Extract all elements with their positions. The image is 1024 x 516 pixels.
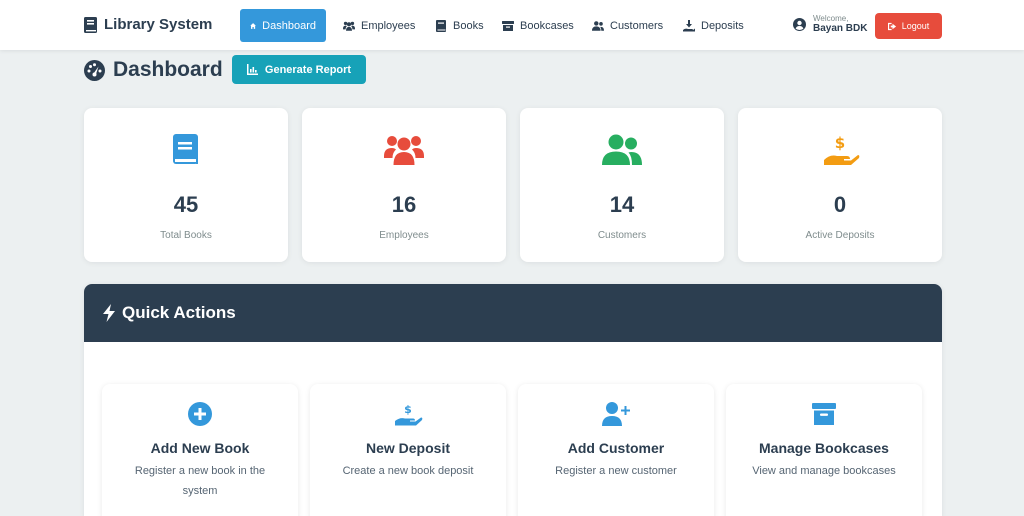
user-plus-icon [602,402,630,426]
action-title: Add New Book [150,440,250,456]
stat-card-deposits: $ 0 Active Deposits [738,108,942,262]
stat-label: Total Books [160,230,212,241]
plus-circle-icon [188,402,212,426]
tachometer-icon [84,59,105,81]
nav-books-label: Books [453,19,484,32]
stat-value: 0 [833,192,847,217]
users-icon [384,136,424,165]
brand[interactable]: Library System [84,16,212,33]
svg-text:$: $ [404,403,412,416]
user-friends-icon [592,20,604,31]
sign-out-icon [887,22,896,30]
nav-bookcases-label: Bookcases [520,19,574,32]
generate-report-button[interactable]: Generate Report [232,55,366,84]
svg-text:$: $ [835,134,845,152]
quick-actions-title: Quick Actions [122,303,236,322]
stat-card-customers: 14 Customers [520,108,724,262]
username: Bayan BDK [813,23,868,35]
nav-deposits-label: Deposits [701,19,744,32]
action-add-customer[interactable]: Add Customer Register a new customer [518,384,714,516]
nav-customers-label: Customers [610,19,664,32]
hand-holding-usd-icon: $ [395,403,423,426]
nav-bookcases[interactable]: Bookcases [492,9,584,42]
stat-label: Customers [597,230,647,241]
action-add-book[interactable]: Add New Book Register a new book in the … [102,384,298,516]
hand-holding-icon [683,19,695,31]
brand-name: Library System [104,16,213,33]
action-description: Register a new book in the system [134,465,266,497]
user-text: Welcome, Bayan BDK [813,14,867,35]
page-title-text: Dashboard [113,58,223,81]
nav-dashboard[interactable]: Dashboard [240,9,326,42]
quick-actions-header: Quick Actions [84,284,942,342]
archive-icon [812,403,836,425]
users-icon [343,21,355,31]
stat-card-employees: 16 Employees [302,108,506,262]
stat-card-books: 45 Total Books [84,108,288,262]
book-icon [84,16,97,33]
nav-customers[interactable]: Customers [582,9,673,42]
nav-dashboard-label: Dashboard [262,19,316,32]
user-info[interactable]: Welcome, Bayan BDK [793,14,867,35]
chart-line-icon [246,64,258,75]
generate-report-label: Generate Report [264,63,352,76]
stat-value: 14 [609,192,635,217]
stat-label: Employees [379,230,429,241]
user-circle-icon [793,17,806,31]
nav-employees-label: Employees [361,19,416,32]
stat-value: 45 [173,192,199,217]
action-description: Register a new customer [555,465,677,477]
stat-value: 16 [391,192,417,217]
action-manage-bookcases[interactable]: Manage Bookcases View and manage bookcas… [726,384,922,516]
bolt-icon [103,304,115,322]
book-icon [173,134,198,164]
hand-holding-usd-icon: $ [824,134,860,165]
welcome-text: Welcome, [813,14,849,23]
home-icon [250,22,256,29]
quick-actions-panel: Quick Actions Add New Book Register a ne… [84,284,942,516]
action-title: New Deposit [365,440,450,456]
book-icon [436,19,446,32]
action-description: Create a new book deposit [342,465,474,477]
action-description: View and manage bookcases [752,465,896,477]
action-title: Add Customer [567,440,665,456]
nav-books[interactable]: Books [425,9,494,42]
nav-deposits[interactable]: Deposits [673,9,754,42]
logout-label: Logout [901,21,930,31]
archive-icon [502,20,514,31]
user-friends-icon [602,134,642,165]
action-new-deposit[interactable]: $ New Deposit Create a new book deposit [310,384,506,516]
nav-employees[interactable]: Employees [333,9,425,42]
navbar: Library System Dashboard Employees Books… [0,0,1024,50]
stat-label: Active Deposits [805,230,875,241]
action-title: Manage Bookcases [759,440,889,456]
page-title: Dashboard [84,58,223,82]
logout-button[interactable]: Logout [875,13,942,39]
